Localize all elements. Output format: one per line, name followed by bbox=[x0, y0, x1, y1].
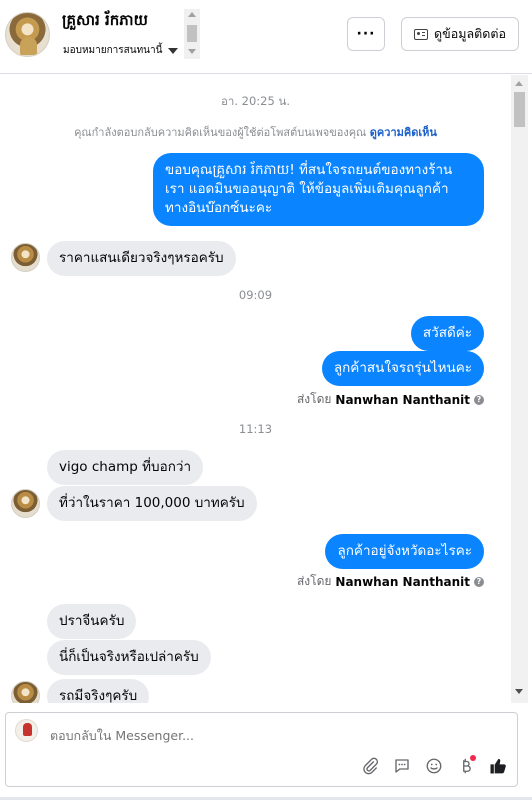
baht-icon[interactable] bbox=[455, 755, 477, 777]
page-avatar bbox=[15, 719, 38, 742]
notification-dot bbox=[470, 755, 476, 761]
help-icon[interactable]: ? bbox=[474, 394, 484, 405]
scroll-thumb[interactable] bbox=[187, 25, 197, 42]
incoming-message[interactable]: ที่ว่าในราคา 100,000 บาทครับ bbox=[47, 486, 257, 521]
scroll-down-arrow-icon[interactable] bbox=[515, 689, 523, 694]
contact-avatar[interactable] bbox=[5, 12, 50, 57]
message-line: ทางอินบ๊อกซ์นะคะ bbox=[165, 200, 273, 216]
sent-by-info: ส่งโดย Nanwhan Nanthanit ? bbox=[297, 390, 484, 409]
messenger-window: គ្រួសារ រ័កភាយ มอบหมายการสนทนานี้ ··· ดู… bbox=[0, 0, 532, 800]
timestamp: 09:09 bbox=[238, 288, 273, 302]
sent-by-label: ส่งโดย bbox=[296, 574, 332, 588]
scroll-up-arrow-icon[interactable] bbox=[188, 12, 196, 17]
message-thread[interactable]: อา. 20:25 น. คุณกำลังตอบกลับความคิดเห็นข… bbox=[0, 75, 532, 703]
sender-avatar[interactable] bbox=[11, 243, 40, 272]
view-comment-link[interactable]: ดูความคิดเห็น bbox=[370, 126, 437, 139]
assign-conversation[interactable]: มอบหมายการสนทนานี้ bbox=[63, 43, 179, 58]
saved-reply-icon[interactable] bbox=[391, 755, 413, 777]
outgoing-message[interactable]: ลูกค้าอยู่จังหวัดอะไรคะ bbox=[325, 534, 484, 569]
reply-context-text: คุณกำลังตอบกลับความคิดเห็นของผู้ใช้ต่อโพ… bbox=[74, 126, 367, 139]
reply-composer bbox=[5, 712, 518, 787]
incoming-message[interactable]: รถมีจริงๆครับ bbox=[47, 679, 150, 703]
timestamp: อา. 20:25 น. bbox=[221, 94, 290, 108]
message-line: ขอบคุณគ្រួសារ រ័កភាយ! ที่สนใจรถยนต์ของทา… bbox=[165, 162, 453, 178]
contact-name[interactable]: គ្រួសារ រ័កភាយ bbox=[62, 11, 148, 33]
incoming-message[interactable]: ปราจีนครับ bbox=[47, 604, 137, 639]
incoming-message[interactable]: ราคาแสนเดียวจริงๆหรอครับ bbox=[47, 241, 236, 276]
view-contact-button[interactable]: ดูข้อมูลติดต่อ bbox=[401, 17, 519, 51]
conversation-header: គ្រួសារ រ័កភាយ มอบหมายการสนทนานี้ ··· ดู… bbox=[0, 0, 532, 74]
sent-by-info: ส่งโดย Nanwhan Nanthanit ? bbox=[297, 572, 484, 591]
incoming-message[interactable]: นี่ก็เป็นจริงหรือเปล่าครับ bbox=[47, 640, 211, 675]
contact-card-icon bbox=[414, 28, 429, 40]
header-scrollbar[interactable] bbox=[184, 9, 200, 59]
composer-toolbar bbox=[359, 755, 509, 777]
paperclip-icon[interactable] bbox=[359, 755, 381, 777]
scroll-down-arrow-icon[interactable] bbox=[188, 49, 196, 54]
reply-context-note: คุณกำลังตอบกลับความคิดเห็นของผู้ใช้ต่อโพ… bbox=[0, 123, 511, 141]
incoming-message[interactable]: vigo champ ที่บอกว่า bbox=[47, 450, 204, 485]
help-icon[interactable]: ? bbox=[474, 576, 484, 587]
sent-by-name: Nanwhan Nanthanit bbox=[335, 574, 470, 589]
outgoing-message[interactable]: ลูกค้าสนใจรถรุ่นไหนคะ bbox=[321, 351, 484, 386]
outgoing-message[interactable]: ขอบคุณគ្រួសារ រ័កភាយ! ที่สนใจรถยนต์ของทา… bbox=[153, 153, 484, 226]
outgoing-message[interactable]: สวัสดีค่ะ bbox=[410, 316, 484, 351]
scroll-up-arrow-icon[interactable] bbox=[515, 81, 523, 86]
like-icon[interactable] bbox=[487, 755, 509, 777]
reply-input[interactable] bbox=[50, 728, 350, 743]
sent-by-label: ส่งโดย bbox=[296, 392, 332, 406]
timestamp: 11:13 bbox=[238, 422, 273, 436]
emoji-icon[interactable] bbox=[423, 755, 445, 777]
assign-conversation-label: มอบหมายการสนทนานี้ bbox=[63, 45, 163, 56]
sender-avatar[interactable] bbox=[11, 489, 40, 518]
view-contact-label: ดูข้อมูลติดต่อ bbox=[434, 26, 506, 41]
message-line: เรา แอดมินขออนุญาติ ให้ข้อมูลเพิ่มเติมคุ… bbox=[165, 181, 449, 197]
scroll-thumb[interactable] bbox=[514, 92, 525, 127]
more-options-button[interactable]: ··· bbox=[347, 17, 385, 51]
sent-by-name: Nanwhan Nanthanit bbox=[335, 392, 470, 407]
caret-down-icon bbox=[168, 47, 179, 54]
sender-avatar[interactable] bbox=[11, 681, 40, 703]
thread-scrollbar[interactable] bbox=[511, 75, 528, 703]
